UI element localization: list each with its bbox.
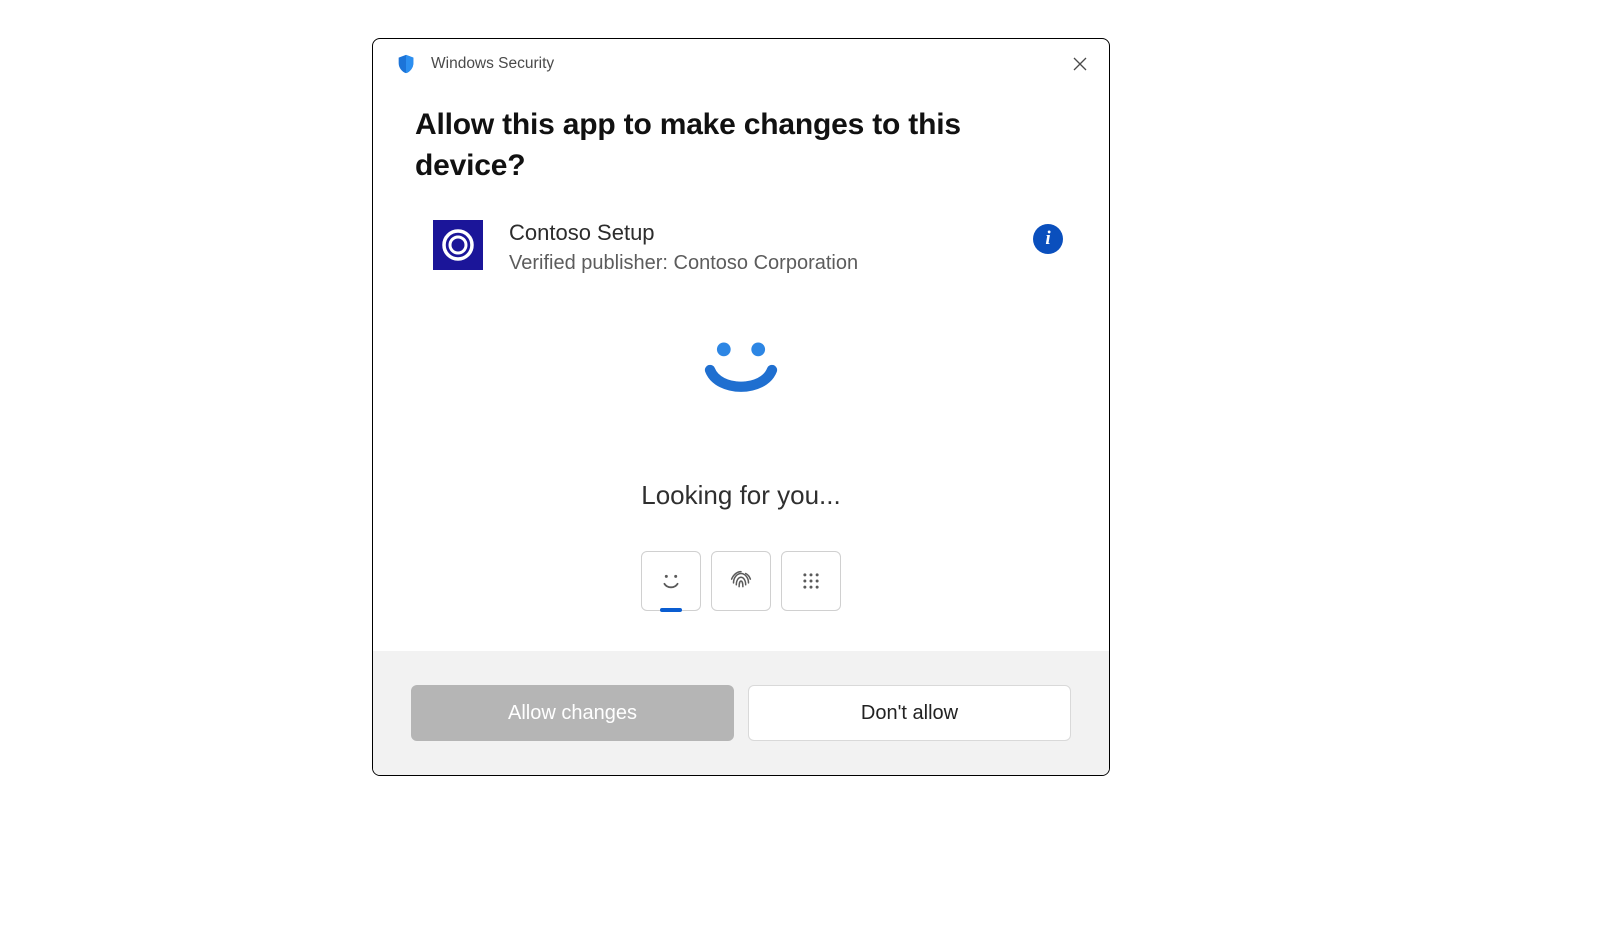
auth-option-pin[interactable] [781,551,841,611]
title-text: Windows Security [431,55,1055,73]
auth-option-fingerprint[interactable] [711,551,771,611]
allow-button[interactable]: Allow changes [411,685,734,741]
close-button[interactable] [1069,53,1091,75]
hello-status-text: Looking for you... [641,480,840,511]
auth-option-face[interactable] [641,551,701,611]
titlebar: Windows Security [373,39,1109,83]
app-text: Contoso Setup Verified publisher: Contos… [509,220,1007,275]
auth-options [415,551,1067,651]
info-icon[interactable]: i [1033,224,1063,254]
app-info-row: Contoso Setup Verified publisher: Contos… [415,186,1067,275]
dialog-footer: Allow changes Don't allow [373,651,1109,775]
hello-smiley-icon [698,335,784,410]
uac-dialog: Windows Security Allow this app to make … [372,38,1110,776]
shield-icon [395,53,417,75]
dont-allow-button[interactable]: Don't allow [748,685,1071,741]
dialog-heading: Allow this app to make changes to this d… [415,105,1067,186]
app-name: Contoso Setup [509,220,1007,246]
content-area: Allow this app to make changes to this d… [373,83,1109,651]
app-icon [433,220,483,270]
windows-hello-zone: Looking for you... [415,275,1067,551]
app-publisher: Verified publisher: Contoso Corporation [509,252,1007,275]
